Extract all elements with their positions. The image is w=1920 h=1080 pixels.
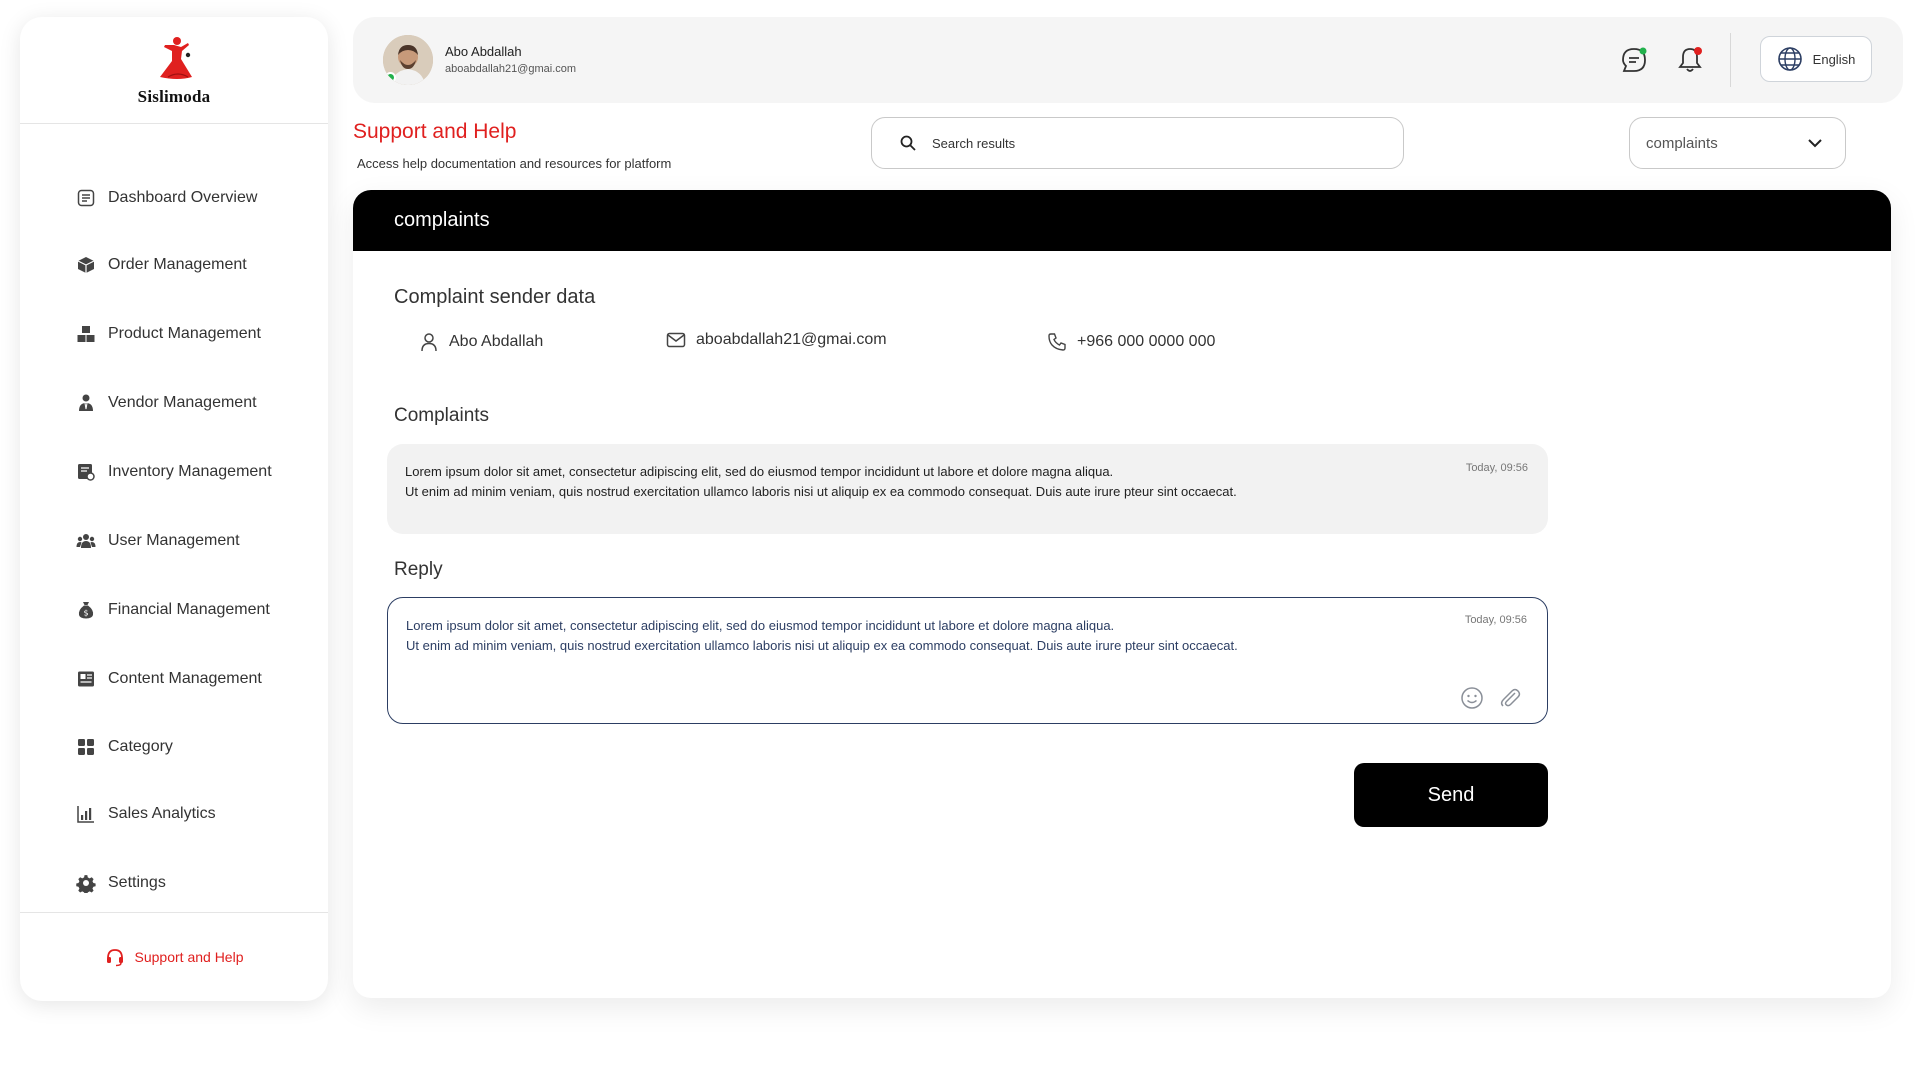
sidebar-item-label: Vendor Management bbox=[108, 394, 257, 411]
category-filter-value: complaints bbox=[1646, 134, 1718, 152]
reply-line-2: Ut enim ad minim veniam, quis nostrud ex… bbox=[406, 638, 1238, 653]
sidebar-item-label: Category bbox=[108, 738, 173, 755]
money-bag-icon: $ bbox=[78, 602, 94, 619]
complaints-section-title: Complaints bbox=[394, 405, 490, 426]
sidebar-item-label: User Management bbox=[108, 532, 240, 549]
chart-icon bbox=[77, 806, 94, 823]
vendor-icon bbox=[79, 394, 93, 411]
sender-phone-value: +966 000 0000 000 bbox=[1077, 333, 1216, 350]
sender-email: aboabdallah21@gmai.com bbox=[666, 330, 887, 350]
sidebar-item-label: Inventory Management bbox=[108, 463, 272, 480]
attachment-icon[interactable] bbox=[1498, 686, 1522, 710]
category-filter-select[interactable]: complaints bbox=[1629, 117, 1846, 169]
support-and-help-label: Support and Help bbox=[134, 949, 244, 965]
reply-textarea[interactable]: Lorem ipsum dolor sit amet, consectetur … bbox=[387, 597, 1548, 724]
user-icon bbox=[421, 333, 437, 352]
sidebar-item-product-management[interactable]: Product Management bbox=[76, 324, 261, 344]
emoji-icon[interactable] bbox=[1460, 686, 1484, 710]
complaint-card: complaints Complaint sender data Abo Abd… bbox=[353, 190, 1891, 998]
box-icon bbox=[77, 257, 95, 273]
online-status-dot bbox=[385, 72, 396, 83]
user-email: aboabdallah21@gmai.com bbox=[445, 63, 577, 75]
complaint-message: Lorem ipsum dolor sit amet, consectetur … bbox=[387, 444, 1548, 534]
sidebar-item-user-management[interactable]: User Management bbox=[76, 531, 240, 551]
sidebar-item-label: Order Management bbox=[108, 256, 247, 273]
headset-icon bbox=[106, 949, 123, 967]
sidebar-item-sales-analytics[interactable]: Sales Analytics bbox=[76, 804, 216, 824]
complaint-line-1: Lorem ipsum dolor sit amet, consectetur … bbox=[405, 464, 1114, 479]
top-divider bbox=[1730, 33, 1731, 87]
sidebar-item-category[interactable]: Category bbox=[76, 737, 173, 757]
avatar[interactable] bbox=[383, 35, 433, 85]
mail-icon bbox=[666, 332, 686, 348]
chevron-down-icon bbox=[1808, 139, 1822, 148]
complaint-line-2: Ut enim ad minim veniam, quis nostrud ex… bbox=[405, 484, 1237, 499]
complaint-timestamp: Today, 09:56 bbox=[1465, 462, 1528, 474]
inventory-icon bbox=[78, 464, 95, 481]
users-icon bbox=[76, 534, 96, 548]
sidebar-item-label: Dashboard Overview bbox=[108, 189, 258, 206]
sidebar-item-order-management[interactable]: Order Management bbox=[76, 255, 247, 275]
send-button[interactable]: Send bbox=[1354, 763, 1548, 827]
sidebar-item-settings[interactable]: Settings bbox=[76, 873, 166, 893]
sender-name: Abo Abdallah bbox=[419, 332, 543, 352]
grid-icon bbox=[78, 739, 94, 755]
language-label: English bbox=[1812, 51, 1856, 67]
svg-text:$: $ bbox=[83, 609, 88, 618]
brand-logo[interactable]: Sislimoda bbox=[20, 17, 328, 124]
sidebar-item-inventory-management[interactable]: Inventory Management bbox=[76, 462, 272, 482]
chat-icon[interactable] bbox=[1619, 45, 1649, 75]
sidebar-item-content-management[interactable]: Content Management bbox=[76, 669, 262, 689]
sidebar-item-vendor-management[interactable]: Vendor Management bbox=[76, 393, 257, 413]
sidebar: Sislimoda Dashboard Overview Order Manag… bbox=[20, 17, 328, 1001]
sender-name-value: Abo Abdallah bbox=[449, 333, 544, 350]
sidebar-item-financial-management[interactable]: $ Financial Management bbox=[76, 600, 270, 620]
sidebar-item-dashboard-overview[interactable]: Dashboard Overview bbox=[76, 188, 257, 208]
sidebar-item-label: Content Management bbox=[108, 670, 262, 687]
sender-section-title: Complaint sender data bbox=[394, 286, 596, 308]
page-title: Support and Help bbox=[353, 120, 517, 143]
bell-icon[interactable] bbox=[1675, 45, 1705, 75]
gear-icon bbox=[76, 875, 96, 893]
search-bar[interactable] bbox=[871, 117, 1404, 169]
sender-phone: +966 000 0000 000 bbox=[1047, 332, 1215, 352]
search-input[interactable] bbox=[932, 135, 1352, 151]
sidebar-item-label: Sales Analytics bbox=[108, 805, 216, 822]
sidebar-item-label: Settings bbox=[108, 874, 166, 891]
boxes-icon bbox=[77, 326, 95, 342]
support-and-help-link[interactable]: Support and Help bbox=[20, 912, 328, 1001]
globe-icon bbox=[1777, 47, 1802, 71]
search-icon bbox=[900, 135, 916, 151]
dashboard-icon bbox=[77, 189, 95, 207]
top-bar: Abo Abdallah aboabdallah21@gmai.com Engl… bbox=[353, 17, 1903, 103]
reply-line-1: Lorem ipsum dolor sit amet, consectetur … bbox=[406, 618, 1115, 633]
card-header: complaints bbox=[353, 190, 1891, 251]
language-button[interactable]: English bbox=[1760, 36, 1872, 82]
user-name: Abo Abdallah bbox=[445, 44, 522, 59]
sidebar-item-label: Financial Management bbox=[108, 601, 270, 618]
phone-icon bbox=[1048, 333, 1066, 351]
content-icon bbox=[78, 671, 94, 687]
dancer-logo-icon bbox=[160, 37, 192, 79]
sender-email-value: aboabdallah21@gmai.com bbox=[696, 331, 887, 348]
brand-name: Sislimoda bbox=[137, 87, 211, 106]
page-subtitle: Access help documentation and resources … bbox=[357, 156, 672, 171]
reply-timestamp: Today, 09:56 bbox=[1464, 614, 1527, 626]
reply-section-title: Reply bbox=[394, 559, 443, 580]
sidebar-item-label: Product Management bbox=[108, 325, 261, 342]
